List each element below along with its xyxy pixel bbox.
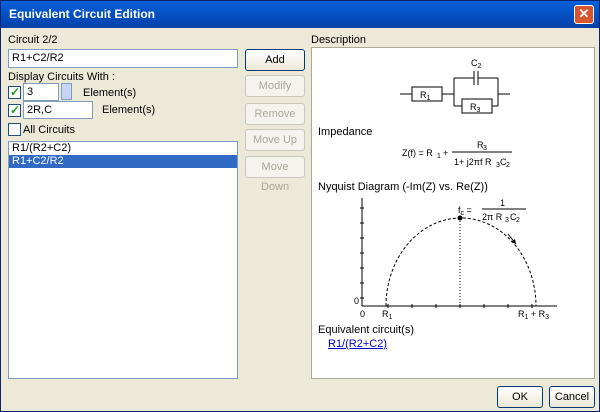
svg-text:1: 1 bbox=[500, 198, 505, 208]
element-filter-input[interactable]: 2R,C bbox=[23, 101, 93, 119]
title-bar: Equivalent Circuit Edition ✕ bbox=[1, 1, 599, 28]
add-button[interactable]: Add bbox=[245, 49, 305, 71]
label-c2: C2 bbox=[471, 58, 482, 70]
close-button[interactable]: ✕ bbox=[574, 5, 594, 24]
svg-text:1: 1 bbox=[437, 153, 441, 160]
impedance-label: Impedance bbox=[318, 126, 373, 138]
circuits-list[interactable]: R1/(R2+C2) R1+C2/R2 bbox=[8, 141, 238, 379]
elements-count-label: Element(s) bbox=[83, 87, 137, 99]
display-circuits-label: Display Circuits With : bbox=[8, 71, 115, 83]
element-filter-checkbox[interactable] bbox=[8, 103, 21, 117]
move-up-button[interactable]: Move Up bbox=[245, 129, 305, 151]
label-r1: R1 bbox=[420, 90, 431, 102]
x-tick-zero: 0 bbox=[360, 309, 365, 319]
ok-button[interactable]: OK bbox=[497, 386, 543, 408]
description-panel: C2 R1 R3 Z(f) = R1 + R3 1+ j2πf R3C2 0 0… bbox=[311, 47, 595, 379]
svg-text:2: 2 bbox=[516, 217, 520, 224]
list-item[interactable]: R1+C2/R2 bbox=[9, 155, 237, 168]
element-filter-label: Element(s) bbox=[102, 104, 156, 116]
move-down-button[interactable]: Move Down bbox=[245, 156, 305, 193]
impedance-formula: Z(f) = R1 + R3 1+ j2πf R3C2 bbox=[402, 140, 512, 169]
all-circuits-label: All Circuits bbox=[23, 124, 75, 136]
svg-text:Z(f) = R: Z(f) = R bbox=[402, 148, 433, 158]
semicircle-curve bbox=[385, 217, 537, 307]
x-label-r1-r3: R1 + R3 bbox=[518, 309, 549, 321]
circuit-label: Circuit 2/2 bbox=[8, 34, 58, 46]
label-r2: R3 bbox=[470, 102, 481, 114]
svg-text:3: 3 bbox=[483, 145, 487, 152]
svg-text:2π R: 2π R bbox=[482, 212, 503, 222]
all-circuits-checkbox[interactable] bbox=[8, 123, 21, 136]
nyquist-plot: 0 0 R1 R1 + R3 fc = 1 2π R3C2 bbox=[354, 198, 557, 321]
elements-count-input[interactable]: 3 bbox=[23, 83, 59, 101]
list-item[interactable]: R1/(R2+C2) bbox=[9, 142, 237, 155]
svg-text:2: 2 bbox=[506, 162, 510, 169]
nyquist-label: Nyquist Diagram (-Im(Z) vs. Re(Z)) bbox=[318, 181, 488, 193]
modify-button[interactable]: Modify bbox=[245, 75, 305, 97]
circuit-schematic bbox=[400, 71, 510, 114]
x-label-r1: R1 bbox=[382, 309, 393, 321]
remove-button[interactable]: Remove bbox=[245, 103, 305, 125]
svg-text:fc =: fc = bbox=[458, 205, 472, 217]
window-title: Equivalent Circuit Edition bbox=[9, 7, 156, 21]
equivalent-circuits-label: Equivalent circuit(s) bbox=[318, 324, 414, 336]
circuit-input[interactable]: R1+C2/R2 bbox=[8, 49, 238, 68]
elements-count-checkbox[interactable] bbox=[8, 85, 21, 99]
y-tick-zero: 0 bbox=[354, 296, 359, 306]
elements-count-stepper[interactable] bbox=[61, 83, 72, 100]
description-label: Description bbox=[311, 34, 367, 46]
equivalent-circuit-link[interactable]: R1/(R2+C2) bbox=[328, 338, 387, 350]
svg-text:+: + bbox=[443, 148, 448, 158]
svg-text:3: 3 bbox=[505, 217, 509, 224]
cancel-button[interactable]: Cancel bbox=[549, 386, 595, 408]
svg-text:1+ j2πf R: 1+ j2πf R bbox=[454, 157, 492, 167]
dialog-window: Equivalent Circuit Edition ✕ Circuit 2/2… bbox=[0, 0, 600, 412]
